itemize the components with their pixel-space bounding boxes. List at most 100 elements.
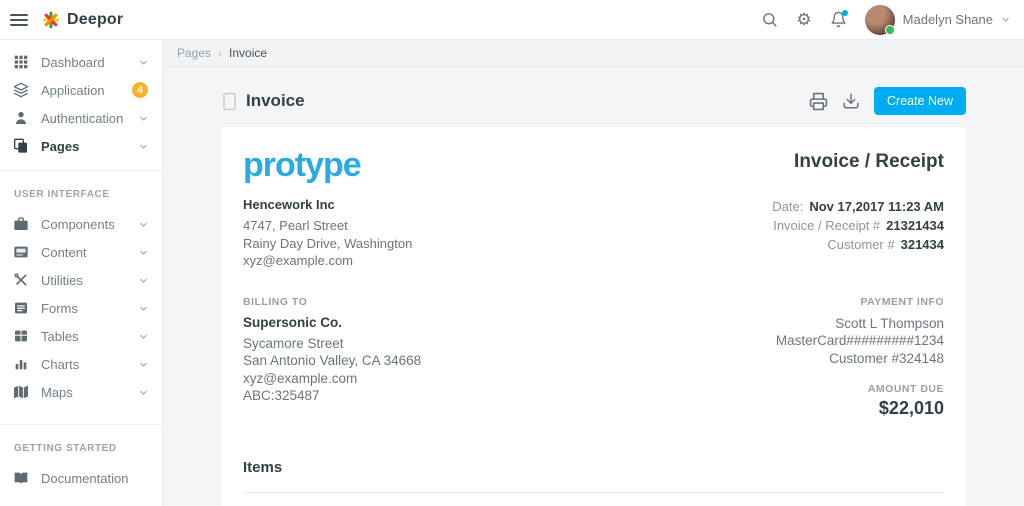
main-content: Pages › Invoice Invoice Create New proty… [163, 40, 1024, 506]
app-window: Deepor ⚙ Madelyn Shane Dashboard Applica… [0, 0, 1024, 506]
billing-ref: ABC:325487 [243, 388, 320, 403]
sidebar-item-content[interactable]: Content [0, 238, 162, 266]
sidebar-item-pages[interactable]: Pages [0, 132, 162, 160]
amount-due-value: $22,010 [878, 398, 944, 418]
topbar-left: Deepor [10, 11, 123, 29]
company-email: xyz@example.com [243, 253, 354, 268]
sidebar-item-documentation[interactable]: Documentation [0, 464, 162, 492]
payment-info-block: PAYMENT INFO Scott L Thompson MasterCard… [776, 296, 944, 420]
sidebar: Dashboard Application 4 Authentication P… [0, 40, 163, 506]
briefcase-icon [13, 216, 29, 232]
content-card-icon [13, 244, 29, 260]
invoice-receipt-title: Invoice / Receipt [794, 151, 944, 172]
chevron-down-icon [139, 248, 148, 257]
user-name: Madelyn Shane [902, 12, 993, 27]
billing-email: xyz@example.com [243, 370, 358, 386]
sidebar-item-label: Maps [41, 384, 73, 400]
sidebar-item-maps[interactable]: Maps [0, 378, 162, 406]
meta-value: Nov 17,2017 11:23 AM [809, 199, 944, 214]
sidebar-item-forms[interactable]: Forms [0, 294, 162, 322]
meta-value: 321434 [900, 237, 944, 252]
sidebar-divider [0, 170, 162, 171]
search-icon[interactable] [761, 11, 778, 28]
chevron-down-icon [139, 142, 148, 151]
tools-icon [13, 272, 29, 288]
brand-name: Deepor [67, 10, 124, 28]
user-menu[interactable]: Madelyn Shane [864, 4, 1010, 35]
chevron-down-icon [139, 58, 148, 67]
breadcrumb-current: Invoice [229, 46, 268, 60]
map-icon [13, 384, 29, 400]
meta-label: Customer # [827, 237, 895, 252]
print-icon[interactable] [809, 92, 828, 111]
billing-name: Supersonic Co. [243, 314, 343, 330]
meta-label: Date: [772, 199, 804, 214]
sidebar-item-application[interactable]: Application 4 [0, 76, 162, 104]
sidebar-item-label: Dashboard [41, 54, 105, 70]
table-icon [13, 328, 29, 344]
invoice-meta-row: Customer # 321434 [772, 235, 944, 254]
billing-address-line: Sycamore Street [243, 335, 344, 351]
sidebar-item-label: Documentation [41, 470, 129, 486]
avatar [864, 4, 895, 35]
invoice-doc-icon [221, 92, 238, 111]
user-icon [13, 110, 29, 126]
billing-address-line: San Antonio Valley, CA 34668 [243, 353, 422, 368]
chevron-down-icon [139, 276, 148, 285]
breadcrumb-pages-link[interactable]: Pages [177, 46, 211, 60]
vendor-logo: protype [243, 146, 362, 184]
sidebar-item-label: Charts [41, 356, 80, 372]
company-address-block: Hencework Inc 4747, Pearl Street Rainy D… [243, 197, 412, 270]
layers-icon [13, 82, 29, 98]
pages-icon [13, 138, 29, 154]
chevron-down-icon [139, 114, 148, 123]
application-badge: 4 [132, 82, 148, 98]
page-actions: Create New [809, 87, 966, 115]
gear-icon[interactable]: ⚙ [796, 11, 811, 28]
sidebar-divider [0, 424, 162, 425]
top-navbar: Deepor ⚙ Madelyn Shane [0, 0, 1024, 40]
sidebar-item-authentication[interactable]: Authentication [0, 104, 162, 132]
page-header: Invoice Create New [221, 67, 966, 127]
sidebar-item-utilities[interactable]: Utilities [0, 266, 162, 294]
payment-info-label: PAYMENT INFO [860, 295, 944, 308]
amount-due-block: AMOUNT DUE $22,010 [776, 383, 944, 419]
payment-line: Customer #324148 [829, 350, 944, 366]
meta-value: 21321434 [886, 218, 944, 233]
breadcrumb-separator: › [218, 46, 223, 60]
invoice-meta-block: Date: Nov 17,2017 11:23 AM Invoice / Rece… [772, 197, 944, 254]
sidebar-item-dashboard[interactable]: Dashboard [0, 48, 162, 76]
notification-dot [841, 10, 848, 16]
sidebar-item-components[interactable]: Components [0, 210, 162, 238]
chevron-down-icon [1001, 15, 1010, 24]
chevron-down-icon [139, 332, 148, 341]
sidebar-item-label: Authentication [41, 110, 124, 126]
page-title: Invoice [246, 91, 305, 110]
grid-icon [13, 54, 29, 70]
breadcrumb: Pages › Invoice [163, 40, 1024, 67]
billing-to-label: BILLING TO [243, 295, 308, 308]
invoice-meta-row: Invoice / Receipt # 21321434 [772, 216, 944, 235]
items-divider [243, 492, 944, 493]
items-heading: Items [243, 459, 283, 476]
brand-logo[interactable]: Deepor [42, 11, 123, 29]
hamburger-menu-icon[interactable] [10, 12, 28, 28]
download-icon[interactable] [842, 92, 860, 110]
payment-line: Scott L Thompson [835, 315, 944, 331]
meta-label: Invoice / Receipt # [773, 218, 881, 233]
company-name: Hencework Inc [243, 197, 335, 212]
sidebar-item-label: Application [41, 82, 105, 98]
sidebar-item-label: Utilities [41, 272, 83, 288]
payment-line: MasterCard#########1234 [775, 333, 944, 348]
brand-asterisk-icon [42, 11, 60, 29]
bar-chart-icon [13, 356, 29, 372]
bell-icon[interactable] [830, 10, 848, 28]
chevron-down-icon [139, 360, 148, 369]
sidebar-item-charts[interactable]: Charts [0, 350, 162, 378]
company-address-line: Rainy Day Drive, Washington [243, 235, 413, 251]
create-new-button[interactable]: Create New [874, 87, 966, 115]
billing-to-block: BILLING TO Supersonic Co. Sycamore Stree… [243, 296, 421, 405]
sidebar-item-tables[interactable]: Tables [0, 322, 162, 350]
chevron-down-icon [139, 304, 148, 313]
invoice-meta-row: Date: Nov 17,2017 11:23 AM [772, 197, 944, 216]
